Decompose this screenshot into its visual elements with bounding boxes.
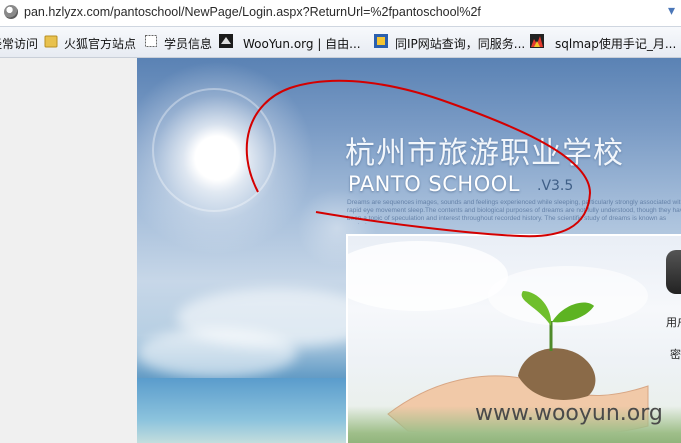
bookmark-sqlmap[interactable]: sqlmap使用手记_月... [555, 35, 676, 52]
page-content: 杭州市旅游职业学校 PANTO SCHOOL .V3.5 Dreams are … [0, 58, 681, 443]
ip-query-icon [374, 34, 388, 48]
folder-icon [44, 35, 58, 48]
sqlmap-icon [530, 34, 544, 48]
bookmarks-toolbar: 经常访问 火狐官方站点 学员信息 WooYun.org | 自由... 同IP网… [0, 27, 681, 58]
bookmark-firefox-site[interactable]: 火狐官方站点 [64, 35, 136, 52]
red-annotation-circle [245, 79, 592, 238]
bookmark-ip-query[interactable]: 同IP网站查询，同服务... [395, 35, 525, 52]
url-text[interactable]: pan.hzlyzx.com/pantoschool/NewPage/Login… [24, 5, 481, 19]
bookmark-student-info[interactable]: 学员信息 [164, 35, 212, 52]
url-bar[interactable]: pan.hzlyzx.com/pantoschool/NewPage/Login… [0, 0, 681, 27]
wooyun-icon [219, 34, 233, 48]
page-icon [145, 35, 157, 47]
site-globe-icon [4, 5, 18, 19]
bookmark-wooyun[interactable]: WooYun.org | 自由... [243, 35, 361, 52]
bookmark-most-visited[interactable]: 经常访问 [0, 35, 38, 52]
dropdown-arrow-icon[interactable]: ▾ [668, 3, 675, 19]
